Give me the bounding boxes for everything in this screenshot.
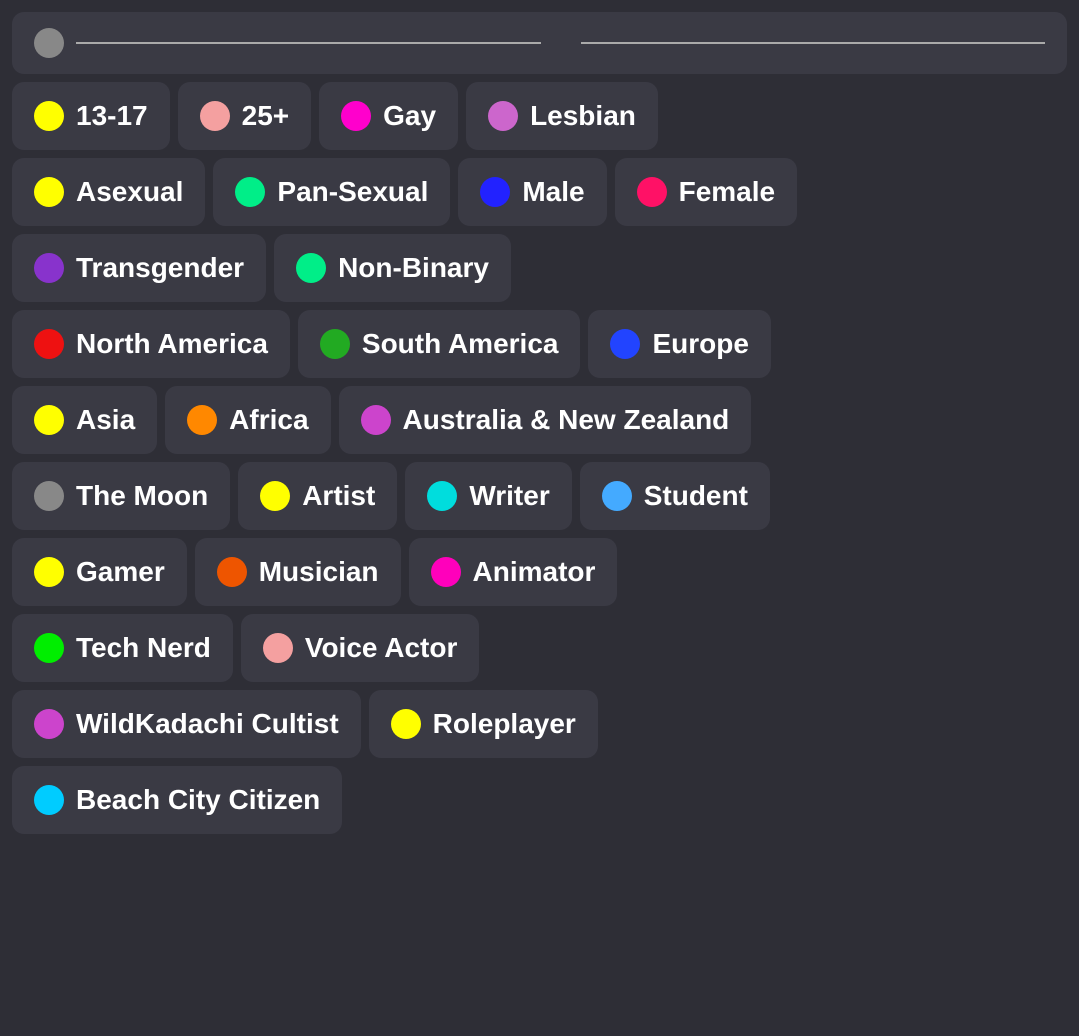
tag-item[interactable]: Male xyxy=(458,158,606,226)
header-line-left xyxy=(76,42,541,44)
tag-item[interactable]: Writer xyxy=(405,462,571,530)
tag-item[interactable]: Non-Binary xyxy=(274,234,511,302)
tag-item[interactable]: Tech Nerd xyxy=(12,614,233,682)
tag-row-5: The Moon Artist Writer Student xyxy=(12,462,1067,530)
tag-item[interactable]: 13-17 xyxy=(12,82,170,150)
dot-icon xyxy=(34,405,64,435)
tag-item[interactable]: Europe xyxy=(588,310,770,378)
dot-icon xyxy=(187,405,217,435)
tag-label: Tech Nerd xyxy=(76,632,211,664)
dot-icon xyxy=(602,481,632,511)
tag-label: Europe xyxy=(652,328,748,360)
tag-label: 25+ xyxy=(242,100,290,132)
tag-item[interactable]: Pan-Sexual xyxy=(213,158,450,226)
tag-row-6: Gamer Musician Animator xyxy=(12,538,1067,606)
tag-row-2: Transgender Non-Binary xyxy=(12,234,1067,302)
tag-label: Musician xyxy=(259,556,379,588)
tag-label: South America xyxy=(362,328,559,360)
tag-label: North America xyxy=(76,328,268,360)
tag-item[interactable]: Lesbian xyxy=(466,82,658,150)
tag-label: Gamer xyxy=(76,556,165,588)
dot-icon xyxy=(427,481,457,511)
dot-icon xyxy=(34,557,64,587)
header-section xyxy=(12,12,1067,74)
dot-icon xyxy=(320,329,350,359)
tag-row-0: 13-17 25+ Gay Lesbian xyxy=(12,82,1067,150)
tag-label: Male xyxy=(522,176,584,208)
dot-icon xyxy=(34,633,64,663)
dot-icon xyxy=(34,253,64,283)
dot-icon xyxy=(235,177,265,207)
dot-icon xyxy=(637,177,667,207)
tag-item[interactable]: South America xyxy=(298,310,581,378)
tag-item[interactable]: Asexual xyxy=(12,158,205,226)
dot-icon xyxy=(34,785,64,815)
tag-item[interactable]: Africa xyxy=(165,386,330,454)
dot-icon xyxy=(391,709,421,739)
tag-item[interactable]: Australia & New Zealand xyxy=(339,386,752,454)
dot-icon xyxy=(341,101,371,131)
tag-item[interactable]: Transgender xyxy=(12,234,266,302)
tag-label: Transgender xyxy=(76,252,244,284)
tag-item[interactable]: Gamer xyxy=(12,538,187,606)
dot-icon xyxy=(296,253,326,283)
tag-label: Africa xyxy=(229,404,308,436)
tag-item[interactable]: Beach City Citizen xyxy=(12,766,342,834)
tag-item[interactable]: Roleplayer xyxy=(369,690,598,758)
tag-item[interactable]: Animator xyxy=(409,538,618,606)
tag-label: Voice Actor xyxy=(305,632,457,664)
tag-label: Student xyxy=(644,480,748,512)
dot-icon xyxy=(431,557,461,587)
tag-label: Animator xyxy=(473,556,596,588)
header-dot xyxy=(34,28,64,58)
tag-label: 13-17 xyxy=(76,100,148,132)
tag-item[interactable]: 25+ xyxy=(178,82,312,150)
tag-row-4: Asia Africa Australia & New Zealand xyxy=(12,386,1067,454)
tag-label: Female xyxy=(679,176,776,208)
header-line-right xyxy=(581,42,1046,44)
tag-label: Pan-Sexual xyxy=(277,176,428,208)
tag-item[interactable]: Artist xyxy=(238,462,397,530)
tag-label: Beach City Citizen xyxy=(76,784,320,816)
tag-label: The Moon xyxy=(76,480,208,512)
tag-item[interactable]: The Moon xyxy=(12,462,230,530)
dot-icon xyxy=(34,709,64,739)
dot-icon xyxy=(480,177,510,207)
tag-row-3: North America South America Europe xyxy=(12,310,1067,378)
tag-label: Australia & New Zealand xyxy=(403,404,730,436)
dot-icon xyxy=(200,101,230,131)
tag-label: Lesbian xyxy=(530,100,636,132)
dot-icon xyxy=(34,177,64,207)
dot-icon xyxy=(263,633,293,663)
tag-item[interactable]: WildKadachi Cultist xyxy=(12,690,361,758)
dot-icon xyxy=(361,405,391,435)
tag-label: Asexual xyxy=(76,176,183,208)
dot-icon xyxy=(34,481,64,511)
tag-label: Artist xyxy=(302,480,375,512)
tags-container: 13-17 25+ Gay Lesbian Asexual Pan-Sexual Male F… xyxy=(12,82,1067,834)
tag-item[interactable]: Voice Actor xyxy=(241,614,479,682)
tag-label: Asia xyxy=(76,404,135,436)
tag-row-9: Beach City Citizen xyxy=(12,766,1067,834)
tag-item[interactable]: Gay xyxy=(319,82,458,150)
dot-icon xyxy=(610,329,640,359)
dot-icon xyxy=(260,481,290,511)
dot-icon xyxy=(34,329,64,359)
tag-row-7: Tech Nerd Voice Actor xyxy=(12,614,1067,682)
tag-item[interactable]: Female xyxy=(615,158,798,226)
dot-icon xyxy=(34,101,64,131)
tag-label: Roleplayer xyxy=(433,708,576,740)
tag-row-8: WildKadachi Cultist Roleplayer xyxy=(12,690,1067,758)
dot-icon xyxy=(217,557,247,587)
tag-item[interactable]: Student xyxy=(580,462,770,530)
tag-item[interactable]: Musician xyxy=(195,538,401,606)
tag-label: Gay xyxy=(383,100,436,132)
tag-item[interactable]: North America xyxy=(12,310,290,378)
tag-row-1: Asexual Pan-Sexual Male Female xyxy=(12,158,1067,226)
tag-label: Non-Binary xyxy=(338,252,489,284)
tag-label: Writer xyxy=(469,480,549,512)
tag-label: WildKadachi Cultist xyxy=(76,708,339,740)
tag-item[interactable]: Asia xyxy=(12,386,157,454)
dot-icon xyxy=(488,101,518,131)
